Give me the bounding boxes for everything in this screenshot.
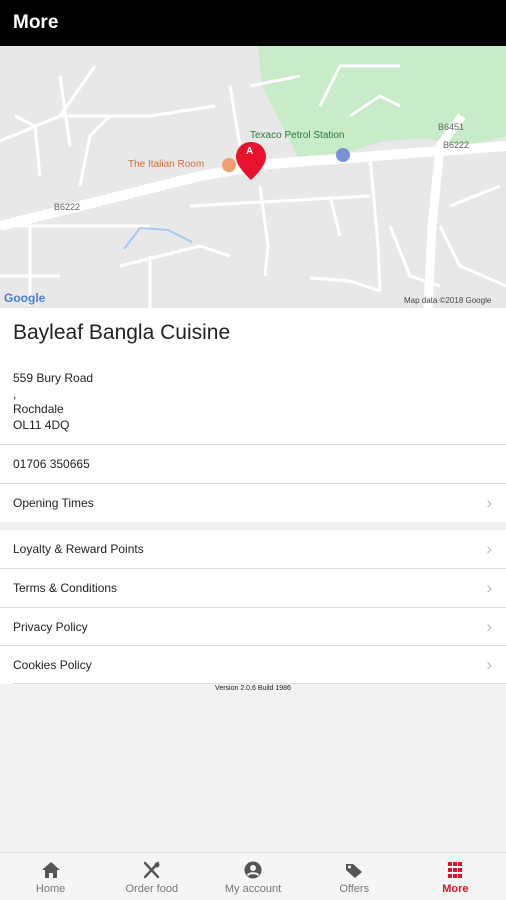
chevron-right-icon: › [486,578,492,597]
restaurant-address: 559 Bury Road , Rochdale OL11 4DQ [13,371,93,433]
privacy-label: Privacy Policy [13,620,88,634]
restaurant-name: Bayleaf Bangla Cuisine [13,321,231,344]
tab-label: Order food [125,883,179,895]
petrol-station-label: Texaco Petrol Station [250,130,345,141]
page-title: More [13,12,59,33]
more-links-list: Loyalty & Reward Points › Terms & Condit… [0,530,506,684]
tab-label: Offers [339,883,370,895]
address-line: OL11 4DQ [13,417,70,432]
opening-times-label: Opening Times [13,496,94,510]
privacy-row[interactable]: Privacy Policy › [0,608,506,646]
map-graphic [0,46,506,308]
divider [12,683,506,684]
address-line: 559 Bury Road [13,371,94,385]
tab-label: Home [35,883,66,895]
tab-label: More [442,883,469,895]
map-attribution: Map data ©2018 Google [404,296,492,305]
account-icon [244,861,262,879]
cutlery-icon [143,861,160,879]
google-logo: Google [4,291,46,305]
terms-row[interactable]: Terms & Conditions › [0,569,506,607]
italian-room-label: The Italian Room [128,159,205,170]
opening-times-row[interactable]: Opening Times › [0,484,506,522]
restaurant-info: 559 Bury Road , Rochdale OL11 4DQ 01706 … [0,360,506,522]
restaurant-header: Bayleaf Bangla Cuisine [0,308,506,360]
loyalty-row[interactable]: Loyalty & Reward Points › [0,530,506,568]
address-line: Rochdale [13,402,64,416]
road-label-b6222-right: B6222 [443,140,470,150]
road-label-b6451: B6451 [438,122,465,132]
tab-more[interactable]: More [405,853,506,900]
tab-label: My account [224,883,282,895]
chevron-right-icon: › [486,655,492,674]
tab-order-food[interactable]: Order food [101,853,202,900]
tab-my-account[interactable]: My account [202,853,303,900]
location-map[interactable]: The Italian Room Texaco Petrol Station A… [0,46,506,308]
home-icon [41,862,60,878]
phone-number[interactable]: 01706 350665 [13,457,90,471]
top-app-bar: More [0,0,506,46]
tab-home[interactable]: Home [0,853,101,900]
version-text: Version 2.0.6 Build 1986 [215,685,291,692]
map-pin-letter: A [246,146,254,157]
address-line: , [13,386,17,401]
chevron-right-icon: › [486,493,492,512]
tag-icon [346,864,363,878]
chevron-right-icon: › [486,539,492,558]
tab-offers[interactable]: Offers [304,853,405,900]
chevron-right-icon: › [486,617,492,636]
cookies-row[interactable]: Cookies Policy › [0,646,506,684]
terms-label: Terms & Conditions [13,581,118,595]
grid-icon [448,862,463,878]
loyalty-label: Loyalty & Reward Points [13,542,144,556]
bottom-navigation: Home Order food My account Offers More [0,852,506,900]
phone-row[interactable]: 01706 350665 [0,445,506,483]
cookies-label: Cookies Policy [13,658,92,672]
road-label-b6222-left: B6222 [54,202,81,212]
